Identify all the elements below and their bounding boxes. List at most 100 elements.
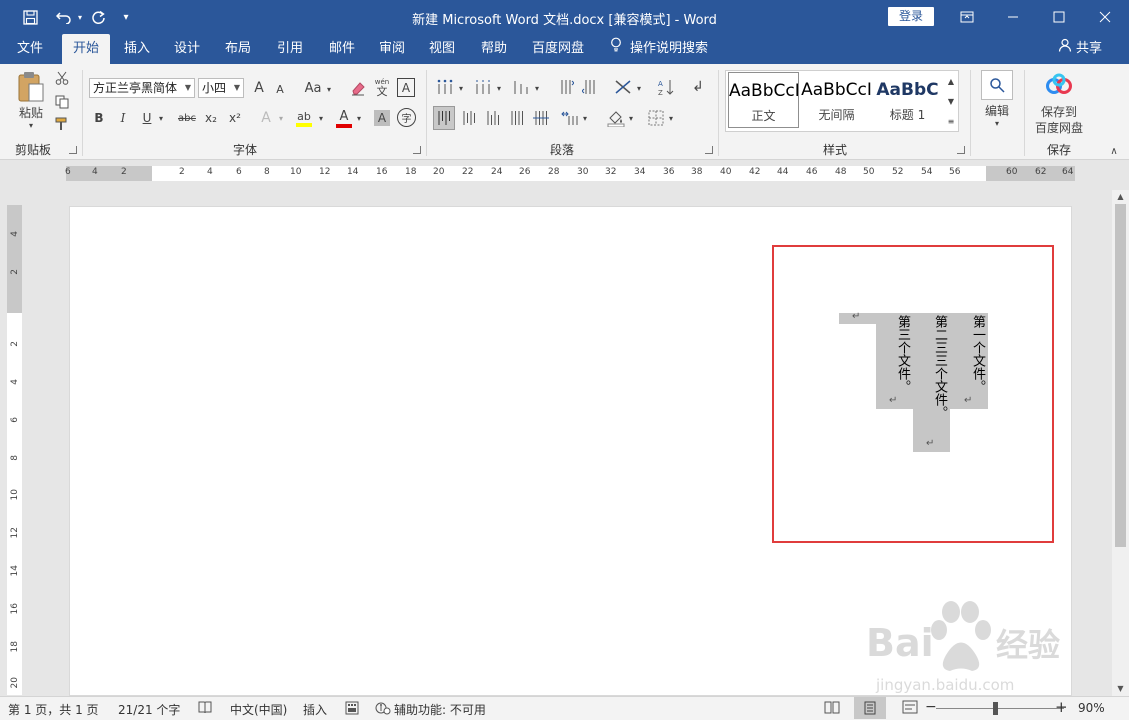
status-accessibility[interactable]: 辅助功能: 不可用 — [394, 701, 486, 718]
tab-home[interactable]: 开始 — [62, 34, 110, 64]
read-mode-icon[interactable] — [824, 700, 840, 717]
find-search-icon[interactable] — [981, 70, 1013, 100]
share-button[interactable]: 共享 — [1076, 34, 1106, 64]
borders-icon[interactable] — [646, 106, 666, 130]
decrease-indent-icon[interactable] — [556, 76, 576, 98]
baidu-netdisk-icon[interactable] — [1044, 70, 1074, 100]
style-normal[interactable]: AaBbCcI 正文 — [728, 72, 799, 128]
zoom-out-button[interactable]: − — [925, 699, 937, 715]
macro-record-icon[interactable] — [345, 701, 359, 718]
multilevel-dropdown-icon[interactable]: ▾ — [532, 78, 542, 98]
tab-references[interactable]: 引用 — [266, 34, 314, 64]
character-border-icon[interactable]: A — [397, 78, 415, 97]
grow-font-icon[interactable]: A — [250, 78, 268, 98]
scrollbar-thumb[interactable] — [1115, 204, 1126, 547]
paragraph-launcher-icon[interactable] — [705, 146, 713, 154]
style-heading-1[interactable]: AaBbC 标题 1 — [872, 72, 943, 128]
styles-more-icon[interactable]: ≡ — [944, 112, 958, 130]
paragraph-mark-icon[interactable]: ↲ — [688, 76, 708, 98]
status-word-count[interactable]: 21/21 个字 — [118, 701, 180, 718]
vertical-numbering-icon[interactable] — [472, 76, 494, 98]
chinese-layout-dropdown-icon[interactable]: ▾ — [634, 78, 644, 98]
tab-review[interactable]: 审阅 — [368, 34, 416, 64]
line-spacing-icon[interactable] — [560, 106, 580, 130]
font-launcher-icon[interactable] — [413, 146, 421, 154]
align-top-icon[interactable] — [433, 106, 455, 130]
increase-indent-icon[interactable] — [580, 76, 600, 98]
align-bottom-icon[interactable] — [482, 106, 504, 130]
borders-dropdown-icon[interactable]: ▾ — [666, 108, 676, 128]
shading-icon[interactable] — [606, 106, 626, 130]
align-middle-icon[interactable] — [458, 106, 480, 130]
change-case-dropdown-icon[interactable]: ▾ — [324, 80, 334, 98]
scroll-down-icon[interactable]: ▼ — [1112, 682, 1129, 696]
style-no-spacing[interactable]: AaBbCcI 无间隔 — [801, 72, 872, 128]
bold-button[interactable]: B — [90, 108, 108, 128]
sort-icon[interactable]: AZ — [656, 76, 676, 98]
vertical-bullets-icon[interactable] — [434, 76, 456, 98]
subscript-button[interactable]: x₂ — [202, 108, 220, 128]
clipboard-launcher-icon[interactable] — [69, 146, 77, 154]
styles-scroll-up-icon[interactable]: ▲ — [944, 72, 958, 90]
accessibility-icon[interactable] — [375, 701, 391, 718]
tab-design[interactable]: 设计 — [164, 34, 210, 64]
font-color-dropdown-icon[interactable]: ▾ — [354, 108, 364, 128]
editing-button[interactable]: 编辑 — [978, 102, 1016, 118]
vertical-ruler[interactable]: 4 2 2 4 6 8 10 12 14 16 18 20 — [7, 205, 22, 695]
enclose-characters-icon[interactable]: 字 — [397, 108, 416, 127]
phonetic-guide-icon[interactable]: wén 文 — [372, 76, 392, 98]
status-language[interactable]: 中文(中国) — [230, 701, 287, 718]
font-size-combo[interactable]: 小四 ▼ — [198, 78, 244, 98]
tab-file[interactable]: 文件 — [6, 34, 54, 64]
multilevel-list-icon[interactable] — [510, 76, 532, 98]
shrink-font-icon[interactable]: A — [272, 80, 288, 98]
print-layout-icon[interactable] — [854, 697, 886, 719]
collapse-ribbon-icon[interactable]: ∧ — [1106, 144, 1122, 158]
share-person-icon[interactable] — [1056, 34, 1074, 64]
shading-dropdown-icon[interactable]: ▾ — [626, 108, 636, 128]
bullets-dropdown-icon[interactable]: ▾ — [456, 78, 466, 98]
clear-format-icon[interactable] — [348, 78, 368, 98]
horizontal-ruler[interactable]: 6 4 2 2 4 6 8 10 12 14 16 18 20 22 24 26… — [65, 166, 1075, 181]
change-case-icon[interactable]: Aa — [302, 78, 324, 98]
highlight-icon[interactable]: ab — [294, 108, 314, 128]
cut-icon[interactable] — [54, 70, 70, 86]
zoom-in-button[interactable]: + — [1055, 698, 1068, 716]
underline-dropdown-icon[interactable]: ▾ — [156, 108, 166, 128]
format-painter-icon[interactable] — [54, 116, 70, 132]
italic-button[interactable]: I — [114, 108, 132, 128]
customize-toolbar-icon[interactable]: ▾ — [112, 0, 140, 34]
copy-icon[interactable] — [54, 94, 70, 110]
minimize-icon[interactable] — [990, 0, 1036, 34]
save-to-netdisk-label-1[interactable]: 保存到 — [1030, 104, 1088, 119]
font-name-combo[interactable]: 方正兰亭黑简体 ▼ — [89, 78, 195, 98]
strikethrough-button[interactable]: abc — [176, 108, 198, 128]
save-to-netdisk-label-2[interactable]: 百度网盘 — [1030, 120, 1088, 135]
close-icon[interactable] — [1082, 0, 1128, 34]
paste-label[interactable]: 粘贴 — [12, 104, 50, 120]
zoom-slider[interactable] — [936, 708, 1064, 709]
chinese-layout-icon[interactable] — [612, 76, 634, 98]
font-color-icon[interactable]: A — [334, 108, 354, 128]
tell-me-search[interactable]: 操作说明搜索 — [630, 34, 716, 64]
highlight-dropdown-icon[interactable]: ▾ — [316, 108, 326, 128]
tab-baidu-netdisk[interactable]: 百度网盘 — [526, 34, 590, 64]
text-effects-icon[interactable]: A — [256, 108, 276, 128]
status-insert-mode[interactable]: 插入 — [303, 701, 327, 718]
tab-layout[interactable]: 布局 — [214, 34, 262, 64]
tab-help[interactable]: 帮助 — [470, 34, 518, 64]
distributed-icon[interactable] — [530, 106, 552, 130]
zoom-level[interactable]: 90% — [1078, 701, 1105, 715]
character-shading-icon[interactable]: A — [374, 110, 390, 126]
superscript-button[interactable]: x² — [226, 108, 244, 128]
vertical-scrollbar[interactable]: ▲ ▼ — [1112, 190, 1129, 696]
tab-mailings[interactable]: 邮件 — [318, 34, 366, 64]
web-layout-icon[interactable] — [902, 700, 918, 717]
proofing-book-icon[interactable] — [198, 700, 212, 717]
status-page[interactable]: 第 1 页，共 1 页 — [8, 701, 99, 718]
justify-icon[interactable] — [506, 106, 528, 130]
scroll-up-icon[interactable]: ▲ — [1112, 190, 1129, 204]
text-effects-dropdown-icon[interactable]: ▾ — [276, 108, 286, 128]
styles-launcher-icon[interactable] — [957, 146, 965, 154]
underline-button[interactable]: U — [138, 108, 156, 128]
